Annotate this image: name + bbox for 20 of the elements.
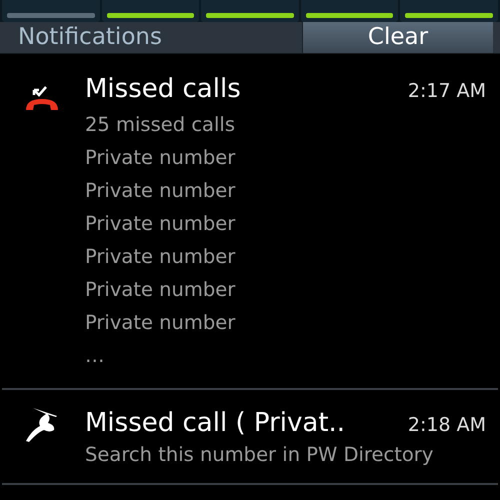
notification-time: 2:17 AM [408, 80, 486, 102]
notification-line: Private number [85, 145, 236, 171]
quick-toggle[interactable] [102, 0, 200, 22]
notification-line: 25 missed calls [85, 112, 236, 138]
notification-line: Private number [85, 178, 236, 204]
notification-time: 2:18 AM [408, 414, 486, 436]
notification-line: Private number [85, 211, 236, 237]
quick-toggle[interactable] [400, 0, 498, 22]
notification-line: Private number [85, 277, 236, 303]
notification-line: Private number [85, 244, 236, 270]
notifications-title: Notifications [17, 23, 163, 52]
quick-toggle[interactable] [2, 0, 100, 22]
quick-toggle[interactable] [201, 0, 299, 22]
notification-title: Missed calls [85, 73, 241, 106]
quick-toggle[interactable] [300, 0, 398, 22]
notification-title: Missed call ( Privat.. [85, 407, 346, 440]
notification-line: Search this number in PW Directory [85, 442, 434, 468]
notification-line: Private number [85, 310, 236, 336]
notification-line: … [85, 343, 106, 369]
clear-button[interactable]: Clear [302, 22, 493, 53]
